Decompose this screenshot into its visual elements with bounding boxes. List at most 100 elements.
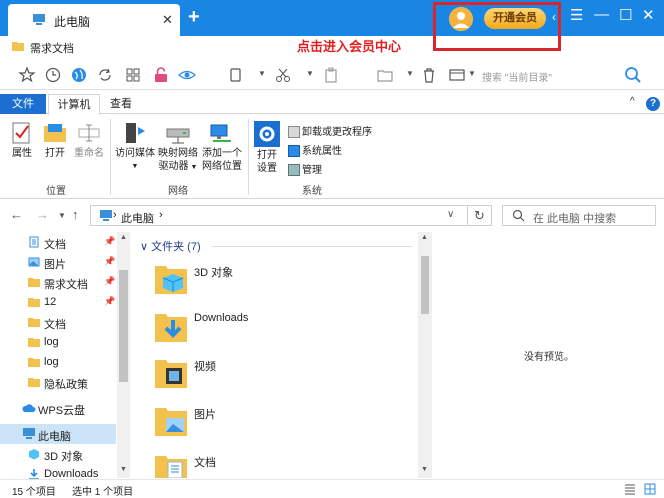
- folder-item-3d-objects[interactable]: 3D 对象: [154, 260, 394, 304]
- up-button[interactable]: ↑: [72, 207, 79, 222]
- map-network-drive-button[interactable]: 映射网络 驱动器 ▼: [156, 121, 200, 174]
- search-placeholder: 在 此电脑 中搜索: [533, 213, 617, 225]
- folder-name: 3D 对象: [194, 267, 234, 279]
- tab-this-pc[interactable]: 此电脑 ✕: [8, 4, 180, 36]
- scroll-up-icon[interactable]: ▲: [120, 234, 127, 241]
- selected-count: 选中 1 个项目: [72, 487, 134, 498]
- add-network-location-button[interactable]: 添加一个 网络位置: [200, 121, 244, 173]
- refresh-button[interactable]: ↻: [468, 205, 492, 226]
- system-props-label: 系统属性: [302, 146, 342, 157]
- pin-icon[interactable]: 📌: [104, 276, 115, 287]
- forward-button[interactable]: →: [36, 207, 49, 222]
- folder-item-downloads[interactable]: Downloads: [154, 308, 394, 352]
- nav-item-requirements[interactable]: 需求文档 📌: [0, 272, 116, 292]
- pin-icon[interactable]: 📌: [104, 236, 115, 247]
- nav-item-12[interactable]: 12 📌: [0, 292, 116, 312]
- paste-icon[interactable]: [322, 66, 340, 84]
- back-button[interactable]: ←: [10, 207, 23, 222]
- pin-icon[interactable]: 📌: [104, 296, 115, 307]
- scroll-down-icon[interactable]: ▼: [421, 466, 428, 473]
- content-scrollbar[interactable]: ▲ ▼: [418, 232, 432, 478]
- large-icons-view-icon[interactable]: [644, 483, 656, 495]
- rename-button[interactable]: 重命名: [72, 121, 106, 160]
- nav-scroll-thumb[interactable]: [119, 270, 128, 382]
- nav-item-pictures[interactable]: 图片 📌: [0, 252, 116, 272]
- delete-icon[interactable]: [420, 66, 438, 84]
- address-bar[interactable]: › 此电脑 › ∨: [90, 205, 468, 226]
- folder-item-pictures[interactable]: 图片: [154, 402, 394, 446]
- open-label: 打开: [45, 148, 65, 159]
- breadcrumb-label[interactable]: 需求文档: [30, 40, 74, 56]
- pin-icon[interactable]: 📌: [104, 256, 115, 267]
- nav-item-docs-folder[interactable]: 文档: [0, 312, 116, 332]
- nav-item-privacy[interactable]: 隐私政策: [0, 372, 116, 392]
- history-icon[interactable]: [44, 66, 62, 84]
- new-dropdown-icon[interactable]: ▼: [406, 69, 414, 78]
- manage-button[interactable]: 管理: [288, 161, 322, 177]
- eye-icon[interactable]: [178, 66, 196, 84]
- new-tab-button[interactable]: +: [188, 6, 200, 29]
- open-settings-button[interactable]: 打开 设置: [252, 121, 282, 175]
- nav-item-label: 文档: [44, 239, 66, 251]
- cut-icon[interactable]: [274, 66, 292, 84]
- cloud-icon: [22, 404, 36, 412]
- system-properties-button[interactable]: 系统属性: [288, 142, 342, 158]
- rename-icon: [78, 124, 100, 142]
- recent-dropdown-icon[interactable]: ▼: [58, 211, 66, 220]
- tab-title: 此电脑: [54, 15, 91, 29]
- details-view-icon[interactable]: [624, 483, 636, 495]
- nav-item-documents[interactable]: 文档 📌: [0, 232, 116, 252]
- search-icon[interactable]: [624, 66, 642, 84]
- address-dropdown-icon[interactable]: ∨: [447, 209, 454, 220]
- address-sep-icon[interactable]: ›: [159, 209, 163, 221]
- new-folder-icon[interactable]: [376, 66, 394, 84]
- properties-button[interactable]: 属性: [8, 121, 36, 160]
- group-header[interactable]: ∨ 文件夹 (7): [140, 238, 201, 254]
- lock-icon[interactable]: [152, 66, 170, 84]
- tab-computer[interactable]: 计算机: [48, 94, 100, 115]
- search-input[interactable]: 在 此电脑 中搜索: [502, 205, 656, 226]
- toolbar-search-input[interactable]: 搜索 "当前目录": [480, 66, 650, 86]
- cut-dropdown-icon[interactable]: ▼: [306, 69, 314, 78]
- tab-view[interactable]: 查看: [110, 94, 132, 114]
- address-path[interactable]: 此电脑: [121, 210, 154, 226]
- copy-dropdown-icon[interactable]: ▼: [258, 69, 266, 78]
- close-button[interactable]: ✕: [642, 6, 655, 24]
- access-media-dropdown-icon[interactable]: ▼: [114, 160, 156, 173]
- pictures-icon: [155, 408, 187, 436]
- tab-close-icon[interactable]: ✕: [162, 12, 173, 28]
- scroll-up-icon[interactable]: ▲: [421, 234, 428, 241]
- nav-item-label: 隐私政策: [44, 379, 88, 391]
- map-drive-dropdown-icon[interactable]: ▼: [189, 164, 198, 171]
- nav-item-3d-objects[interactable]: 3D 对象: [0, 444, 116, 464]
- nav-item-log-2[interactable]: log: [0, 352, 116, 372]
- nav-item-wps-cloud[interactable]: WPS云盘: [0, 398, 116, 418]
- address-sep-icon: ›: [113, 209, 117, 221]
- copy-icon[interactable]: [226, 66, 244, 84]
- menu-icon[interactable]: ☰: [570, 6, 583, 24]
- folder-icon: [12, 42, 24, 51]
- sync-icon[interactable]: [96, 66, 114, 84]
- search-icon: [512, 209, 525, 222]
- open-button[interactable]: 打开: [40, 121, 70, 160]
- maximize-button[interactable]: ☐: [619, 6, 632, 24]
- ribbon-collapse-icon[interactable]: ^: [630, 96, 635, 107]
- tab-file[interactable]: 文件: [0, 94, 46, 114]
- help-icon[interactable]: ?: [646, 97, 660, 111]
- group-divider: [212, 246, 412, 247]
- nav-scrollbar[interactable]: ▲ ▼: [117, 232, 130, 478]
- folder-item-videos[interactable]: 视频: [154, 354, 394, 398]
- view-dropdown-icon[interactable]: ▼: [468, 69, 476, 78]
- open-settings-label-2: 设置: [257, 163, 277, 174]
- nav-item-this-pc[interactable]: 此电脑: [0, 424, 116, 444]
- grid-icon[interactable]: [124, 66, 142, 84]
- nav-item-log[interactable]: log: [0, 332, 116, 352]
- scroll-down-icon[interactable]: ▼: [120, 466, 127, 473]
- globe-icon[interactable]: [70, 66, 88, 84]
- access-media-button[interactable]: 访问媒体 ▼: [114, 121, 156, 173]
- view-mode-icon[interactable]: [448, 66, 466, 84]
- content-scroll-thumb[interactable]: [421, 256, 429, 314]
- star-icon[interactable]: [18, 66, 36, 84]
- uninstall-program-button[interactable]: 卸载或更改程序: [288, 123, 372, 139]
- minimize-button[interactable]: —: [594, 6, 609, 23]
